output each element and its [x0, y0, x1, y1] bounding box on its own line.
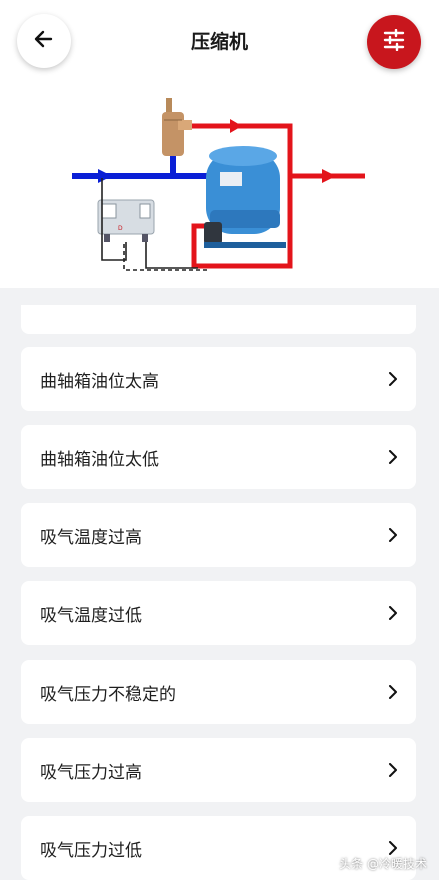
header-area: 压缩机 D [0, 0, 439, 288]
list-item-label: 吸气压力过高 [40, 762, 142, 783]
filter-button[interactable] [367, 15, 421, 69]
list-item-label: 吸气压力不稳定的 [40, 684, 176, 705]
list-item[interactable]: 吸气压力过高 [21, 738, 416, 802]
list-item[interactable]: 吸气压力不稳定的 [21, 660, 416, 724]
list-item-label: 吸气温度过高 [40, 527, 142, 548]
chevron-right-icon [388, 372, 400, 386]
list-item-label: 曲轴箱油位太高 [40, 371, 159, 392]
chevron-right-icon [388, 528, 400, 542]
chevron-right-icon [388, 763, 400, 777]
list-item[interactable]: 吸气温度过低 [21, 581, 416, 645]
list-item-partial[interactable] [21, 305, 416, 334]
svg-text:D: D [118, 225, 123, 232]
pressure-switch: D [97, 199, 155, 242]
compressor [204, 146, 286, 248]
list-item[interactable]: 吸气温度过高 [21, 503, 416, 567]
compressor-diagram: D [72, 98, 365, 271]
chevron-right-icon [388, 685, 400, 699]
sliders-icon [382, 28, 406, 55]
expansion-valve [162, 98, 192, 156]
flow-arrow-right [322, 169, 336, 183]
chevron-right-icon [388, 450, 400, 464]
chevron-right-icon [388, 841, 400, 855]
list-item-label: 曲轴箱油位太低 [40, 449, 159, 470]
list-item[interactable]: 曲轴箱油位太高 [21, 347, 416, 411]
list-item-label: 吸气温度过低 [40, 605, 142, 626]
watermark: 头条 @冷暖技术 [339, 857, 427, 871]
list-item-label: 吸气压力过低 [40, 840, 142, 861]
flow-arrow-left [230, 119, 242, 133]
chevron-right-icon [388, 606, 400, 620]
suction-line [72, 154, 220, 183]
list-item[interactable]: 曲轴箱油位太低 [21, 425, 416, 489]
